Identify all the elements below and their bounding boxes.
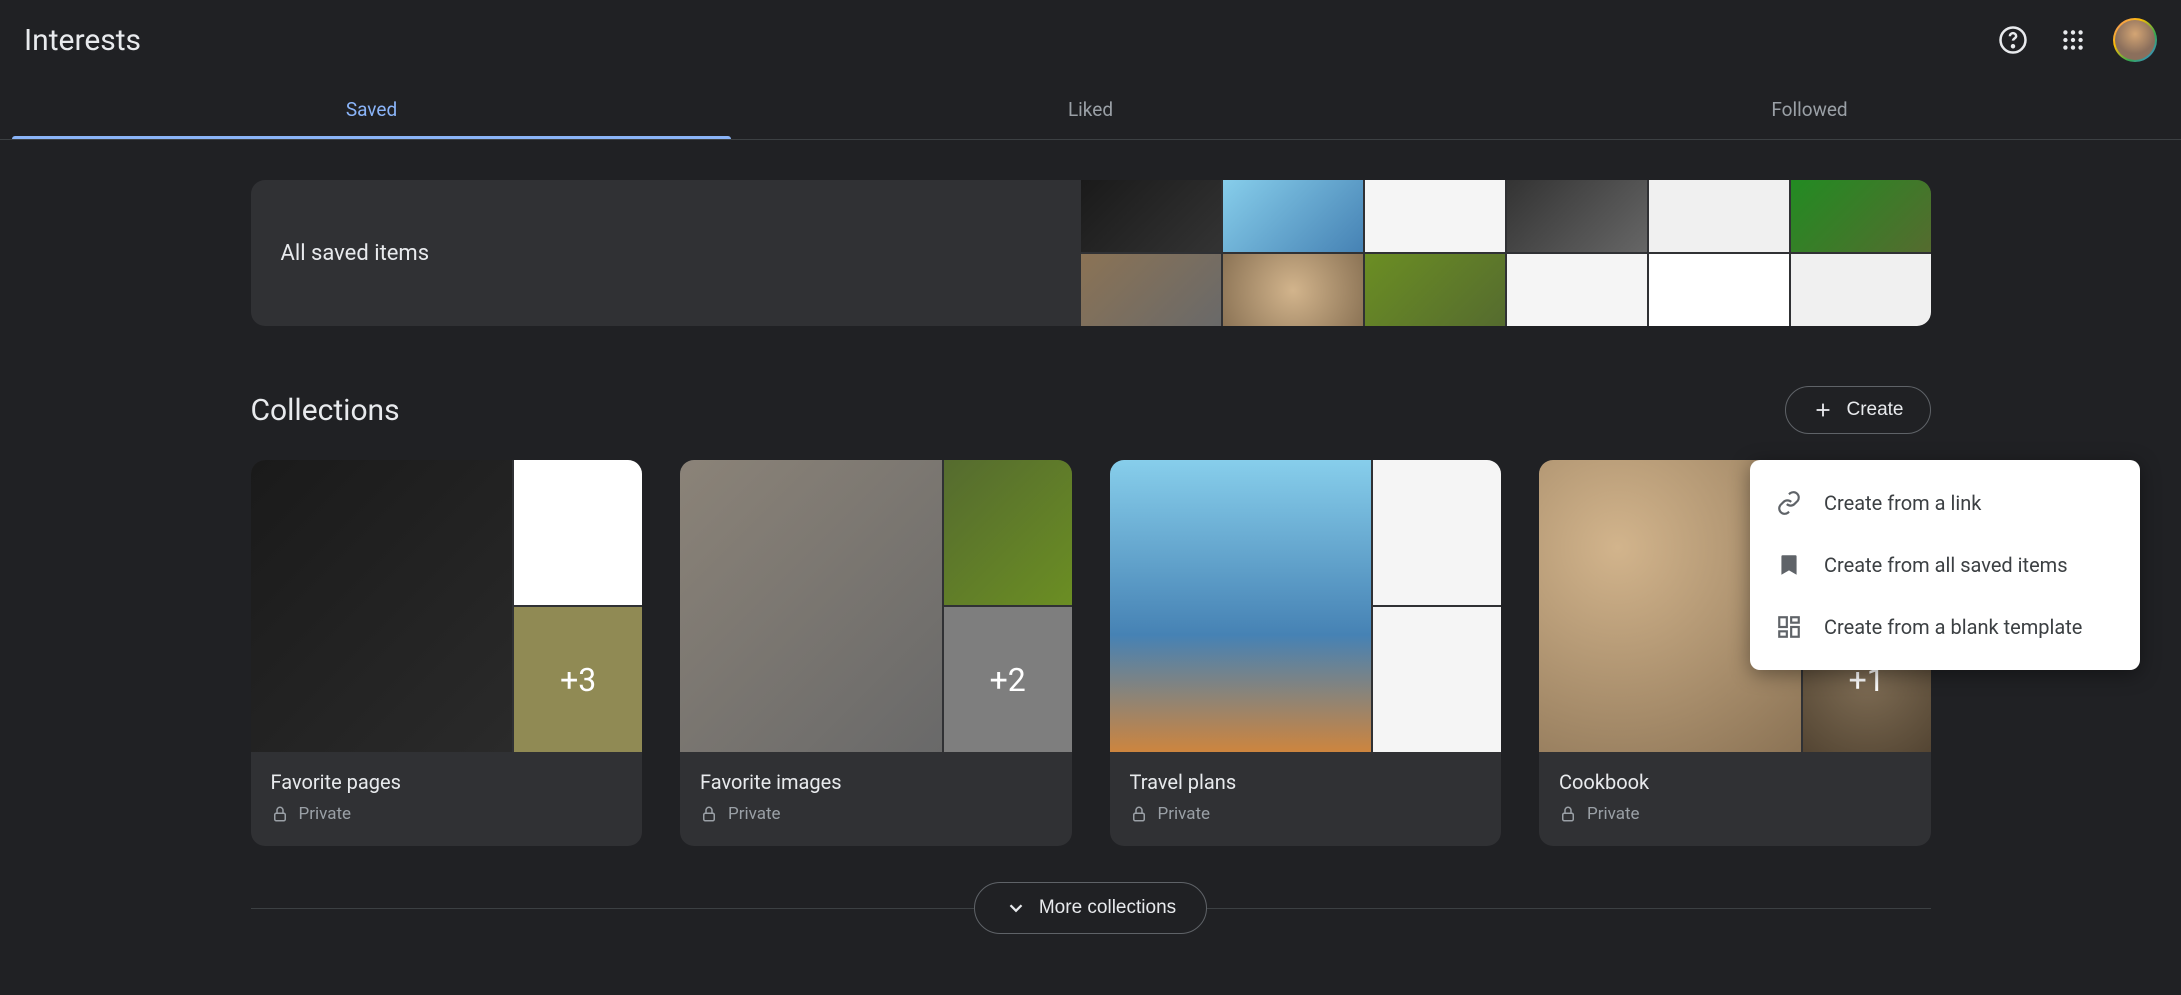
menu-label: Create from a link	[1824, 491, 1981, 515]
more-collections-row: More collections	[251, 882, 1931, 934]
header-actions	[1993, 18, 2157, 62]
card-mosaic: +2	[680, 460, 1072, 752]
avatar-image	[2115, 20, 2155, 60]
card-info: Cookbook Private	[1539, 752, 1931, 846]
thumbnail	[1110, 460, 1372, 752]
thumbnail	[1365, 180, 1505, 252]
lock-icon	[1559, 805, 1577, 823]
thumbnail-stack	[1373, 460, 1501, 752]
thumbnail-overflow: +3	[514, 607, 642, 752]
thumbnail	[514, 460, 642, 605]
card-privacy: Private	[1130, 804, 1482, 824]
collection-card-favorite-images[interactable]: +2 Favorite images Private	[680, 460, 1072, 846]
tabs: Saved Liked Followed	[0, 80, 2181, 140]
create-button[interactable]: Create	[1785, 386, 1930, 434]
apps-button[interactable]	[2053, 20, 2093, 60]
card-title: Favorite images	[700, 770, 1052, 794]
thumbnail-overflow: +2	[944, 607, 1072, 752]
thumbnail	[1081, 180, 1221, 252]
create-dropdown: Create from a link Create from all saved…	[1750, 460, 2140, 670]
menu-label: Create from all saved items	[1824, 553, 2068, 577]
tab-saved[interactable]: Saved	[12, 80, 731, 139]
bookmark-icon	[1776, 552, 1802, 578]
thumbnail	[1507, 180, 1647, 252]
create-from-saved[interactable]: Create from all saved items	[1750, 534, 2140, 596]
collections-title: Collections	[251, 393, 400, 428]
dashboard-icon	[1776, 614, 1802, 640]
card-title: Favorite pages	[271, 770, 623, 794]
thumbnail	[1373, 460, 1501, 605]
card-mosaic: +3	[251, 460, 643, 752]
more-collections-label: More collections	[1039, 897, 1176, 919]
thumbnail	[1791, 180, 1931, 252]
privacy-label: Private	[299, 804, 352, 824]
create-from-link[interactable]: Create from a link	[1750, 472, 2140, 534]
thumbnail	[1223, 180, 1363, 252]
card-mosaic	[1110, 460, 1502, 752]
collection-card-favorite-pages[interactable]: +3 Favorite pages Private	[251, 460, 643, 846]
lock-icon	[271, 805, 289, 823]
thumbnail	[251, 460, 513, 752]
collections-row: +3 Favorite pages Private +2 Favori	[251, 460, 1931, 846]
create-from-blank[interactable]: Create from a blank template	[1750, 596, 2140, 658]
card-title: Cookbook	[1559, 770, 1911, 794]
thumbnail	[1649, 254, 1789, 326]
plus-icon	[1812, 399, 1834, 421]
menu-label: Create from a blank template	[1824, 615, 2082, 639]
thumbnail	[1081, 254, 1221, 326]
thumbnail-stack: +2	[944, 460, 1072, 752]
lock-icon	[700, 805, 718, 823]
thumbnail	[1223, 254, 1363, 326]
privacy-label: Private	[1587, 804, 1640, 824]
collection-card-travel-plans[interactable]: Travel plans Private	[1110, 460, 1502, 846]
card-title: Travel plans	[1130, 770, 1482, 794]
card-privacy: Private	[1559, 804, 1911, 824]
privacy-label: Private	[1158, 804, 1211, 824]
tab-liked[interactable]: Liked	[731, 80, 1450, 139]
thumbnail	[1365, 254, 1505, 326]
all-saved-items-card[interactable]: All saved items	[251, 180, 1931, 326]
thumbnail	[1373, 607, 1501, 752]
content: All saved items Collections Create	[251, 140, 1931, 974]
card-privacy: Private	[271, 804, 623, 824]
help-icon	[1998, 25, 2028, 55]
thumbnail	[1507, 254, 1647, 326]
thumbnail	[1791, 254, 1931, 326]
all-saved-label: All saved items	[251, 241, 1081, 266]
collections-header: Collections Create	[251, 386, 1931, 434]
header: Interests	[0, 0, 2181, 80]
card-info: Favorite pages Private	[251, 752, 643, 846]
card-info: Favorite images Private	[680, 752, 1072, 846]
apps-icon	[2060, 27, 2086, 53]
all-saved-thumbnails	[1081, 180, 1931, 326]
link-icon	[1776, 490, 1802, 516]
lock-icon	[1130, 805, 1148, 823]
help-button[interactable]	[1993, 20, 2033, 60]
card-info: Travel plans Private	[1110, 752, 1502, 846]
more-collections-button[interactable]: More collections	[974, 882, 1207, 934]
thumbnail	[1649, 180, 1789, 252]
privacy-label: Private	[728, 804, 781, 824]
thumbnail-stack: +3	[514, 460, 642, 752]
page-title: Interests	[24, 23, 141, 58]
create-label: Create	[1846, 399, 1903, 421]
thumbnail	[944, 460, 1072, 605]
card-privacy: Private	[700, 804, 1052, 824]
tab-followed[interactable]: Followed	[1450, 80, 2169, 139]
account-avatar[interactable]	[2113, 18, 2157, 62]
chevron-down-icon	[1005, 897, 1027, 919]
thumbnail	[680, 460, 942, 752]
